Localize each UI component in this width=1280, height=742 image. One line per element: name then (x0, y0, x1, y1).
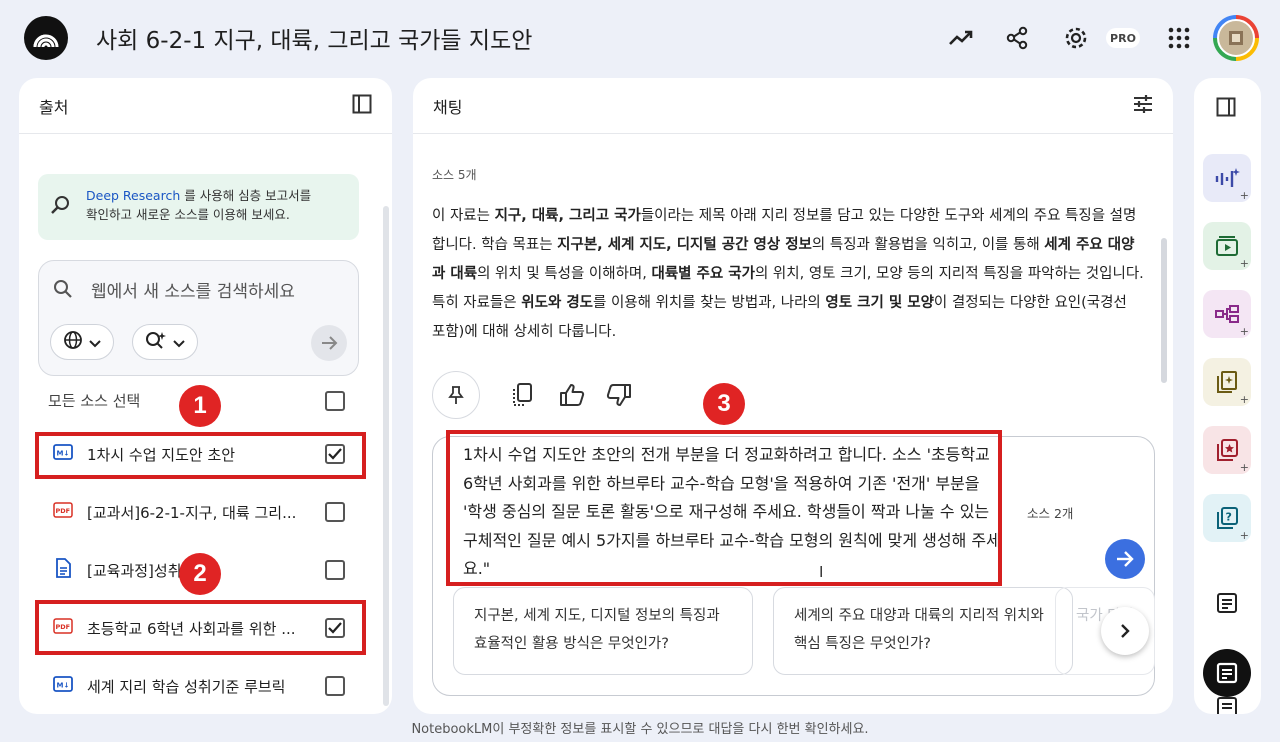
suggested-question[interactable]: 지구본, 세계 지도, 디지털 정보의 특징과 효율적인 활용 방식은 무엇인가… (453, 587, 753, 675)
thumbs-up-button[interactable] (549, 372, 595, 418)
deep-research-text-1: 를 사용해 심층 보고서를 (180, 188, 312, 203)
sources-header: 출처 (19, 78, 392, 134)
deep-research-text-2: 확인하고 새로운 소스를 이용해 보세요. (86, 207, 290, 222)
svg-text:?: ? (1226, 511, 1232, 524)
source-item[interactable]: PDF [교과서]6-2-1-지구, 대륙 그리... (53, 500, 353, 524)
note-icon[interactable] (1216, 592, 1238, 618)
video-overview-tool[interactable]: + (1203, 222, 1251, 270)
disclaimer-footer: NotebookLM이 부정확한 정보를 표시할 수 있으므로 대답을 다시 한… (411, 722, 869, 737)
add-icon: + (1239, 189, 1249, 202)
summary-keyword: 영토 크기 및 모양 (825, 295, 934, 311)
account-avatar[interactable] (1213, 15, 1259, 61)
thumbs-down-button[interactable] (596, 372, 642, 418)
chevron-down-icon (173, 333, 185, 352)
globe-icon (63, 330, 83, 354)
add-icon: + (1239, 257, 1249, 270)
summary-keyword: 지구본, 세계 지도, 디지털 공간 영상 정보 (557, 237, 812, 253)
submit-search-button[interactable] (311, 325, 347, 361)
add-icon: + (1239, 325, 1249, 338)
deep-research-banner[interactable]: Deep Research 를 사용해 심층 보고서를 확인하고 새로운 소스를… (38, 174, 359, 240)
summary-keyword: 지구, 대륙, 그리고 국가 (494, 208, 641, 224)
mind-map-tool[interactable]: + (1203, 290, 1251, 338)
summary-keyword: 대륙별 주요 국가 (651, 266, 755, 282)
select-all-checkbox[interactable] (325, 391, 345, 411)
composer-source-count: 소스 2개 (1027, 506, 1074, 521)
source-label: [교육과정]성취 (87, 561, 182, 580)
add-note-fab[interactable] (1203, 649, 1251, 697)
pro-badge: PRO (1106, 28, 1140, 48)
next-suggestions-button[interactable] (1101, 607, 1149, 655)
collapse-panel-icon[interactable] (352, 94, 372, 118)
quiz-tool[interactable]: ? + (1203, 494, 1251, 542)
sources-scrollbar[interactable] (383, 206, 389, 706)
add-icon: + (1239, 393, 1249, 406)
settings-gear-icon[interactable] (1060, 22, 1092, 54)
pin-button[interactable] (432, 371, 480, 419)
notebook-summary: 이 자료는 지구, 대륙, 그리고 국가들이라는 제목 아래 지리 정보를 담고… (432, 202, 1144, 347)
web-source-search: 웹에서 새 소스를 검색하세요 (38, 260, 359, 376)
annotation-box-2 (35, 600, 366, 655)
annotation-number-2: 2 (179, 553, 221, 595)
copy-button[interactable] (499, 372, 545, 418)
svg-text:PDF: PDF (56, 507, 71, 515)
suggested-question[interactable]: 세계의 주요 대양과 대륙의 지리적 위치와 핵심 특징은 무엇인가? (773, 587, 1073, 675)
add-icon: + (1239, 529, 1249, 542)
source-label: 세계 지리 학습 성취기준 루브릭 (87, 677, 286, 696)
chevron-down-icon (89, 333, 101, 352)
audio-overview-tool[interactable]: + (1203, 154, 1251, 202)
source-checkbox[interactable] (325, 502, 345, 522)
deep-research-link[interactable]: Deep Research (86, 188, 180, 203)
send-button[interactable] (1105, 539, 1145, 579)
summary-text: 의 위치 및 특성을 이해하며, (477, 266, 652, 282)
search-input[interactable]: 웹에서 새 소스를 검색하세요 (91, 277, 295, 302)
pdf-file-icon: PDF (53, 502, 73, 522)
analytics-icon[interactable] (945, 22, 977, 54)
annotation-box-1 (35, 432, 366, 479)
add-icon: + (1239, 461, 1249, 474)
studio-panel: + + + + + ? + (1194, 78, 1261, 714)
summary-text: 를 이용해 위치를 찾는 방법과, 나라의 (593, 295, 826, 311)
research-mode-dropdown[interactable] (132, 324, 198, 360)
apps-grid-icon[interactable] (1163, 22, 1195, 54)
share-icon[interactable] (1001, 22, 1033, 54)
sources-title: 출처 (39, 97, 69, 117)
search-sparkle-icon (145, 330, 167, 354)
svg-text:M↓: M↓ (57, 682, 70, 690)
source-checkbox[interactable] (325, 676, 345, 696)
chat-title: 채팅 (433, 97, 463, 117)
select-all-label: 모든 소스 선택 (48, 392, 141, 410)
note-icon[interactable] (1216, 696, 1238, 714)
summary-text: 의 특징과 활용법을 익히고, 이를 통해 (811, 237, 1045, 253)
source-label: [교과서]6-2-1-지구, 대륙 그리... (87, 503, 297, 522)
search-sparkle-icon (50, 194, 72, 221)
document-file-icon (53, 558, 73, 582)
source-checkbox[interactable] (325, 560, 345, 580)
search-icon (53, 279, 73, 303)
notebook-title[interactable]: 사회 6-2-1 지구, 대륙, 그리고 국가들 지도안 (96, 21, 532, 55)
expand-panel-icon[interactable] (1216, 97, 1236, 121)
summary-text: 이 자료는 (432, 208, 495, 224)
chat-header: 채팅 (413, 78, 1173, 134)
summary-keyword: 위도와 경도 (521, 295, 594, 311)
chat-panel: 채팅 소스 5개 이 자료는 지구, 대륙, 그리고 국가들이라는 제목 아래 … (413, 78, 1173, 714)
top-bar: 사회 6-2-1 지구, 대륙, 그리고 국가들 지도안 PRO (0, 0, 1280, 78)
web-source-dropdown[interactable] (50, 324, 114, 360)
markdown-file-icon: M↓ (53, 676, 73, 696)
notebooklm-logo-icon[interactable] (24, 16, 68, 60)
reports-tool[interactable]: + (1203, 358, 1251, 406)
tune-settings-icon[interactable] (1133, 94, 1153, 117)
flashcards-tool[interactable]: + (1203, 426, 1251, 474)
annotation-number-1: 1 (179, 385, 221, 427)
annotation-box-3 (446, 430, 1002, 586)
chat-scrollbar[interactable] (1161, 238, 1167, 383)
annotation-number-3: 3 (703, 383, 745, 425)
source-item[interactable]: M↓ 세계 지리 학습 성취기준 루브릭 (53, 674, 353, 698)
source-count: 소스 5개 (432, 168, 477, 182)
